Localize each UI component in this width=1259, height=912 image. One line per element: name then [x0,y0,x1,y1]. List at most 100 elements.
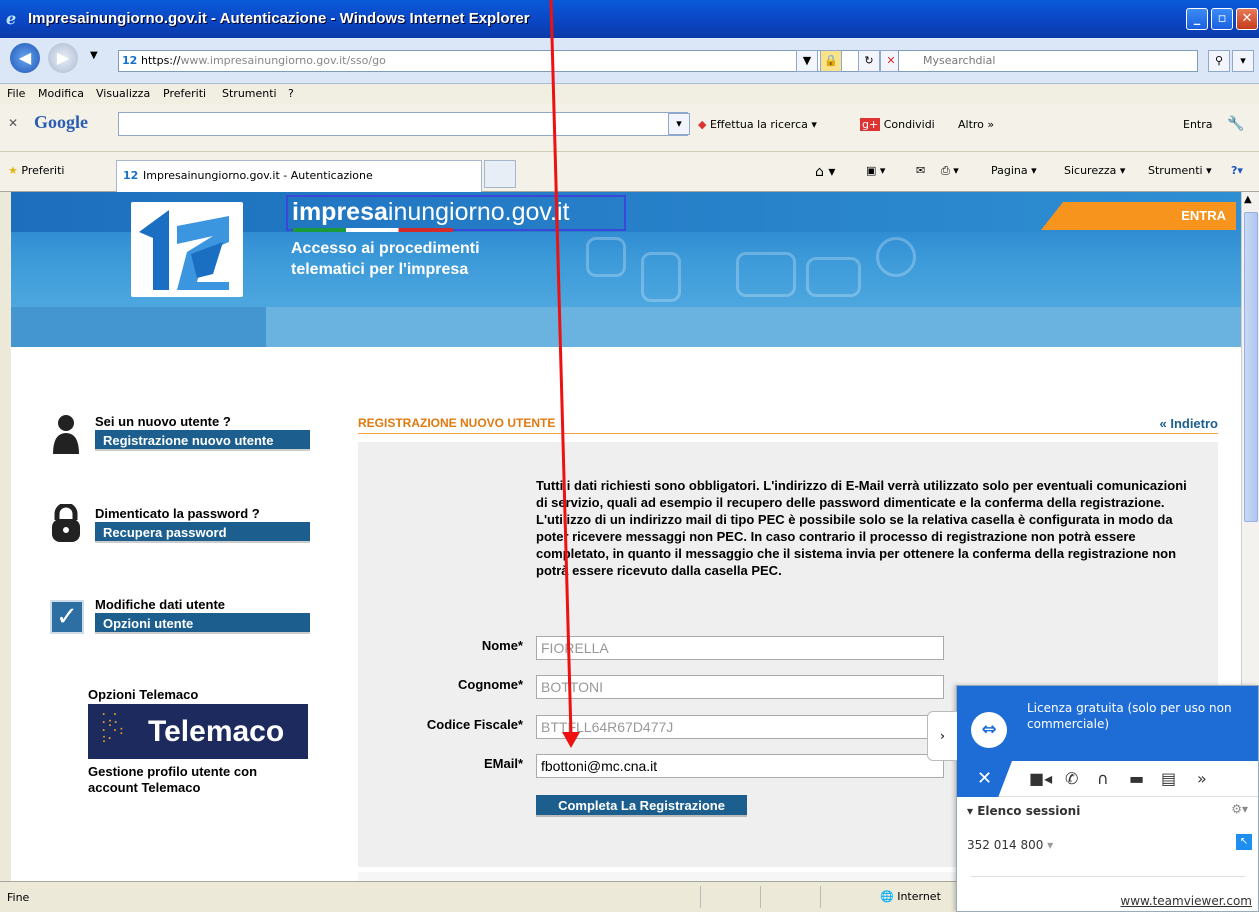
email-field[interactable]: fbottoni@mc.cna.it [536,754,944,778]
complete-registration-button[interactable]: Completa La Registrazione [536,795,747,817]
modify-user-question: Modifiche dati utente [95,597,225,612]
teamviewer-close-icon[interactable]: ✕ [957,761,1012,797]
scrollbar-thumb[interactable] [1244,212,1258,522]
scroll-up-icon[interactable]: ▲ [1244,194,1252,205]
decorative-icon [586,237,626,277]
status-divider [760,886,761,908]
url-protocol: https:// [141,54,181,67]
site-subtitle: Accesso ai procedimenti telematici per l… [291,240,480,278]
url-domain: www.impresainungiorno.gov.it [180,54,347,67]
session-id[interactable]: 352 014 800 ▾ [967,838,1053,852]
menu-help[interactable]: ? [288,87,294,100]
cursor-icon[interactable]: ↖ [1236,834,1252,850]
help-icon[interactable]: ?▾ [1231,164,1243,177]
registration-button[interactable]: Registrazione nuovo utente [95,430,310,451]
tab-title: Impresainungiorno.gov.it - Autenticazion… [143,169,373,182]
google-search-button[interactable]: ◆ Effettua la ricerca ▾ [698,118,817,131]
panel-expand-icon[interactable]: › [927,711,957,761]
close-toolbar-icon[interactable]: ✕ [8,116,18,130]
google-login-button[interactable]: Entra [1183,118,1213,131]
menu-modifica[interactable]: Modifica [38,87,84,100]
menu-visualizza[interactable]: Visualizza [96,87,150,100]
menu-file[interactable]: File [7,87,25,100]
google-search-input[interactable] [118,112,688,136]
mail-icon[interactable]: ✉ [916,164,925,177]
more-icon[interactable]: » [1197,769,1207,788]
video-icon[interactable]: ■◂ [1029,769,1052,788]
lock-icon[interactable]: 🔒 [820,50,842,72]
telemaco-description: Gestione profilo utente con account Tele… [88,764,258,795]
new-user-question: Sei un nuovo utente ? [95,414,231,429]
tax-code-field[interactable]: BTTFLL64R67D477J [536,715,944,739]
site-logo [131,202,243,297]
phone-icon[interactable]: ✆ [1065,769,1078,788]
gplus-icon: g+ [860,118,881,131]
decorative-icon [736,252,796,297]
internet-zone: 🌐 Internet [880,890,941,903]
telemaco-logo-letter: T [148,715,165,748]
decorative-icon [876,237,916,277]
file-icon[interactable]: ▤ [1161,769,1176,788]
google-dropdown-icon[interactable]: ▾ [668,113,690,135]
sessions-header[interactable]: ▾ Elenco sessioni [967,804,1080,818]
menu-preferiti[interactable]: Preferiti [163,87,206,100]
user-options-button[interactable]: Opzioni utente [95,613,310,634]
recover-password-button[interactable]: Recupera password [95,522,310,543]
feeds-icon[interactable]: ▣ ▾ [866,164,885,177]
tools-menu[interactable]: Strumenti ▾ [1148,164,1212,177]
security-menu[interactable]: Sicurezza ▾ [1064,164,1125,177]
email-label: EMail* [483,756,523,771]
telemaco-logo-text: elemaco [164,715,285,748]
window-title: Impresainungiorno.gov.it - Autenticazion… [28,10,530,27]
teamviewer-header: ⇔ Licenza gratuita (solo per uso non com… [957,686,1258,761]
teamviewer-link[interactable]: www.teamviewer.com [1120,894,1252,908]
tab-favicon-icon: 12 [123,169,139,182]
google-toolbar: ✕ Google ▾ ◆ Effettua la ricerca ▾ g+ Co… [0,104,1259,152]
teamviewer-toolbar: ✕ ■◂ ✆ ∩ ▬ ▤ » [957,761,1258,797]
star-icon: ★ [8,164,18,177]
favorites-button[interactable]: ★ Preferiti [8,164,64,177]
site-name[interactable]: impresainungiorno.gov.it [286,195,626,231]
history-dropdown-icon[interactable]: ▼ [90,50,98,61]
last-name-field[interactable]: BOTTONI [536,675,944,699]
minimize-button[interactable]: _ [1186,8,1208,30]
entra-button[interactable]: ENTRA [1041,202,1236,230]
search-icon[interactable]: ⚲ [1208,50,1230,72]
wrench-icon[interactable]: 🔧 [1227,116,1244,132]
favorites-label: Preferiti [21,164,65,177]
home-icon[interactable]: ⌂ ▾ [815,164,835,180]
back-link[interactable]: « Indietro [1159,416,1218,431]
back-button[interactable]: ◀ [10,43,40,73]
page-menu[interactable]: Pagina ▾ [991,164,1037,177]
telemaco-heading: Opzioni Telemaco [88,687,198,702]
search-input[interactable]: Mysearchdial [898,50,1198,72]
more-button[interactable]: Altro » [958,118,994,131]
info-text: Tutti i dati richiesti sono obbligatori.… [536,478,1187,578]
new-user-block: Sei un nuovo utente ? Registrazione nuov… [95,414,310,451]
share-button[interactable]: g+ Condividi [860,118,935,131]
maximize-button[interactable]: ▫ [1211,8,1233,30]
refresh-icon[interactable]: ↻ [858,50,880,72]
new-tab-button[interactable] [484,160,516,188]
chat-icon[interactable]: ▬ [1129,769,1144,788]
teamviewer-logo-icon: ⇔ [971,712,1007,748]
browser-tab[interactable]: 12 Impresainungiorno.gov.it - Autenticaz… [116,160,482,192]
telemaco-logo[interactable]: · · ·:· · ·::· Telemaco [88,704,308,759]
google-logo: Google [34,112,88,132]
telemaco-dots-icon: · · ·:· · ·::· [102,707,126,745]
menu-strumenti[interactable]: Strumenti [222,87,277,100]
settings-gear-icon[interactable]: ⚙▾ [1231,802,1248,816]
last-name-label: Cognome* [458,677,523,692]
tax-code-label: Codice Fiscale* [426,717,523,732]
licence-text: Licenza gratuita (solo per uso non comme… [1027,701,1232,731]
close-button[interactable]: ✕ [1236,8,1258,30]
first-name-field[interactable]: FIORELLA [536,636,944,660]
window-titlebar[interactable]: ℯ Impresainungiorno.gov.it - Autenticazi… [0,0,1259,38]
address-bar[interactable]: 12 https://www.impresainungiorno.gov.it/… [118,50,880,72]
search-options-icon[interactable]: ▾ [1232,50,1254,72]
print-icon[interactable]: ⎙ ▾ [941,164,959,178]
headset-icon[interactable]: ∩ [1097,769,1109,788]
forward-button[interactable]: ▶ [48,43,78,73]
address-dropdown-icon[interactable]: ▼ [796,50,818,72]
url-path: /sso/go [346,54,386,67]
